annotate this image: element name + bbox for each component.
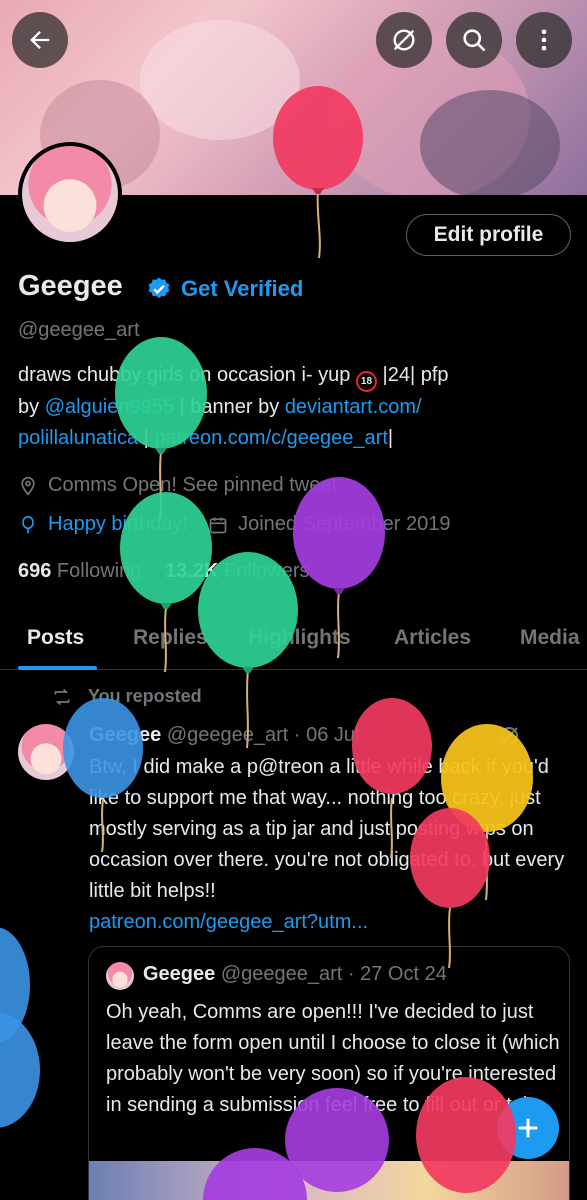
tweet-text: Btw, I did make a p@treon a little while… [89, 752, 579, 938]
bio-end: | [387, 427, 394, 449]
tweet-handle-date: @geegee_art · 06 Jul [161, 724, 360, 746]
adult-emoji-icon: 18 [355, 371, 377, 392]
quote-media-image[interactable] [89, 1161, 569, 1200]
tab-posts[interactable]: Posts [27, 626, 84, 650]
quote-avatar [106, 962, 134, 990]
followers-link[interactable]: 13.2K Followers [165, 560, 310, 582]
tweet-patreon-link[interactable]: patreon.com/geegee_art?utm... [89, 911, 368, 933]
bio-deviantart-link[interactable]: deviantart.com/ [285, 396, 422, 418]
quote-author: Geegee [143, 963, 216, 985]
bio-deviantart-link-cont[interactable]: polillalunatica [18, 427, 138, 449]
profile-bio: draws chubby girls on occasion i- yup 18… [18, 360, 558, 454]
edit-profile-button[interactable]: Edit profile [406, 214, 571, 256]
active-tab-indicator [18, 666, 97, 670]
bio-text-banner: | banner by [173, 396, 285, 418]
search-button[interactable] [446, 12, 502, 68]
bio-patreon-link[interactable]: patreon.com/c/geegee_art [154, 427, 388, 449]
tweet-header: Geegee @geegee_art · 06 Jul [89, 724, 359, 747]
repost-label: You reposted [88, 686, 202, 706]
following-link[interactable]: 696 Following [18, 560, 141, 582]
tweet-body-text: Btw, I did make a p@treon a little while… [89, 756, 565, 902]
quoted-tweet[interactable]: Geegee @geegee_art · 27 Oct 24 Oh yeah, … [88, 946, 570, 1200]
bio-text: draws chubby girls on occasion i- yup [18, 364, 356, 386]
repost-icon [54, 688, 70, 705]
calendar-icon [209, 517, 227, 533]
compose-plus-icon [518, 1118, 538, 1138]
grok-slash-icon [393, 29, 415, 51]
following-count: 696 [18, 560, 52, 582]
joined-text: Joined September 2019 [238, 513, 451, 535]
bio-separator: | [138, 427, 155, 449]
more-vertical-icon [541, 29, 547, 51]
grok-button[interactable] [376, 12, 432, 68]
location-text: Comms Open! See pinned tweet [48, 474, 338, 496]
location-icon [21, 476, 35, 496]
balloon-blue [0, 927, 40, 1128]
tab-replies[interactable]: Replies [133, 626, 208, 650]
repost-indicator: You reposted [52, 686, 202, 707]
location-row: Comms Open! See pinned tweet [18, 474, 337, 497]
bio-mention-link[interactable]: @alguien9955 [45, 396, 174, 418]
profile-avatar[interactable] [18, 142, 122, 246]
display-name: Geegee [18, 270, 123, 302]
bio-text-age: |24| pfp [376, 364, 449, 386]
tab-highlights[interactable]: Highlights [248, 626, 351, 650]
avatar-image [22, 146, 118, 242]
tweet-author[interactable]: Geegee [89, 724, 161, 746]
followers-count: 13.2K [164, 560, 219, 582]
quote-handle-date: @geegee_art · 27 Oct 24 [215, 963, 447, 985]
followers-label: Followers [218, 560, 310, 582]
tab-media[interactable]: Media [520, 626, 580, 650]
tweet-avatar[interactable] [18, 724, 74, 780]
search-icon [463, 29, 486, 52]
verified-badge-icon [148, 277, 170, 298]
profile-handle: @geegee_art [18, 319, 140, 341]
grok-slash-icon[interactable] [497, 724, 521, 748]
back-arrow-icon [30, 31, 50, 49]
get-verified-link[interactable]: Get Verified [181, 276, 303, 302]
birthday-text[interactable]: Happy birthday! [48, 513, 188, 536]
profile-tabs: Posts Replies Highlights Articles Media [0, 620, 587, 670]
bio-text-by: by [18, 396, 45, 418]
birthday-joined-row: Happy birthday! Joined September 2019 [18, 513, 450, 536]
balloon-icon [22, 515, 34, 533]
back-button[interactable] [12, 12, 68, 68]
tab-articles[interactable]: Articles [394, 626, 471, 650]
compose-button[interactable] [497, 1097, 559, 1159]
following-label: Following [51, 560, 142, 582]
follow-stats: 696 Following 13.2K Followers [18, 560, 310, 583]
more-button[interactable] [516, 12, 572, 68]
quote-header: Geegee @geegee_art · 27 Oct 24 [143, 963, 447, 986]
quote-text: Oh yeah, Comms are open!!! I've decided … [106, 1001, 560, 1116]
